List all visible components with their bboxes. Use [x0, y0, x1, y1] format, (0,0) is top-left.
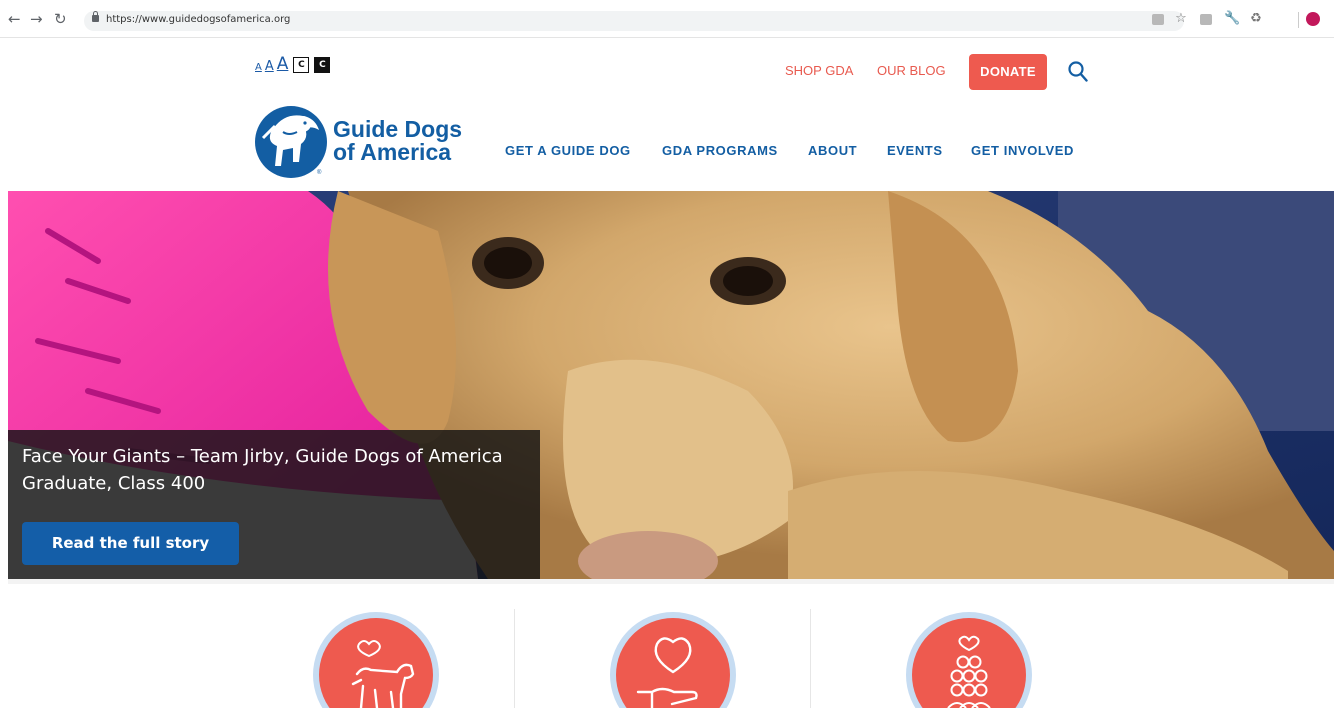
toolbar-separator [1298, 12, 1299, 28]
nav-get-a-guide-dog[interactable]: GET A GUIDE DOG [505, 143, 631, 158]
text-size-small-button[interactable]: A [255, 63, 262, 73]
our-blog-link[interactable]: OUR BLOG [877, 63, 946, 78]
logo-text-line2: of America [333, 139, 452, 165]
program-donate-circle[interactable] [610, 612, 736, 708]
program-guide-dog-circle[interactable] [313, 612, 439, 708]
heart-in-hand-icon [636, 637, 698, 708]
nav-get-involved[interactable]: GET INVOLVED [971, 143, 1074, 158]
url-text[interactable]: https://www.guidedogsofamerica.org [106, 14, 290, 25]
recycle-extension-icon[interactable]: ♻ [1249, 12, 1263, 26]
forward-arrow-icon[interactable]: → [30, 11, 43, 27]
logo-text-line1: Guide Dogs [333, 116, 463, 142]
donate-button[interactable]: DONATE [969, 54, 1047, 90]
program-divider [810, 609, 811, 708]
shop-gda-link[interactable]: SHOP GDA [785, 63, 853, 78]
search-icon[interactable] [1068, 61, 1088, 83]
lock-icon [92, 11, 99, 22]
program-divider [514, 609, 515, 708]
text-size-large-button[interactable]: A [277, 56, 289, 73]
reload-icon[interactable]: ↻ [54, 11, 67, 27]
extension-icon[interactable] [1200, 14, 1212, 25]
people-pyramid-icon [947, 635, 991, 708]
translate-icon[interactable] [1152, 14, 1164, 25]
nav-gda-programs[interactable]: GDA PROGRAMS [662, 143, 778, 158]
browser-toolbar: ← → ↻ https://www.guidedogsofamerica.org… [0, 0, 1334, 38]
accessibility-controls: A A A C C [255, 53, 331, 73]
wrench-extension-icon[interactable]: 🔧 [1224, 12, 1240, 26]
back-arrow-icon[interactable]: ← [8, 11, 21, 27]
contrast-dark-button[interactable]: C [314, 57, 331, 73]
contrast-light-button[interactable]: C [293, 57, 310, 73]
profile-avatar[interactable] [1306, 12, 1320, 26]
program-volunteer-circle[interactable] [906, 612, 1032, 708]
hero-caption: Face Your Giants – Team Jirby, Guide Dog… [22, 446, 503, 494]
nav-about[interactable]: ABOUT [808, 143, 857, 158]
site-logo[interactable]: Guide Dogs of America ® [253, 102, 473, 180]
nav-events[interactable]: EVENTS [887, 143, 943, 158]
hero-bottom-rule [8, 579, 1334, 584]
dog-with-heart-icon [351, 640, 415, 708]
guide-dog-logo-icon [255, 106, 327, 178]
read-full-story-button[interactable]: Read the full story [22, 522, 239, 565]
text-size-medium-button[interactable]: A [265, 60, 274, 73]
bookmark-star-icon[interactable]: ☆ [1174, 12, 1188, 26]
registered-mark: ® [317, 170, 322, 176]
